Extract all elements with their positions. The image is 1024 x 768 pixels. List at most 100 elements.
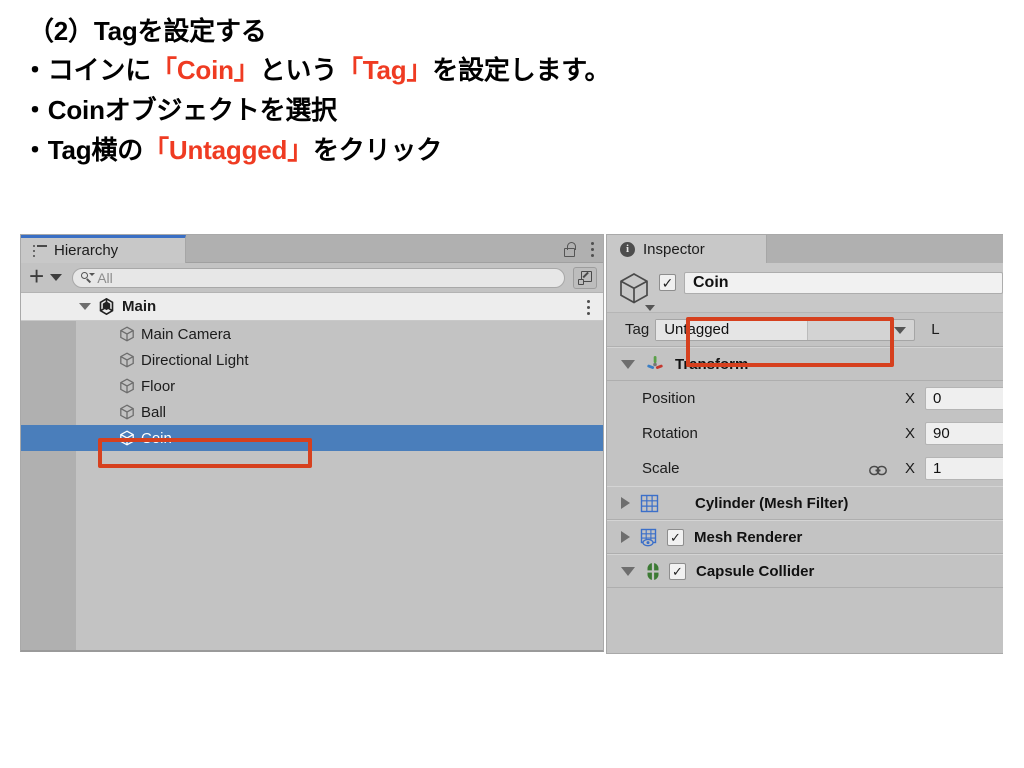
gameobject-cube-icon (119, 378, 135, 394)
axis-label-x: X (905, 390, 916, 407)
hierarchy-item-directional-light[interactable]: Directional Light (21, 347, 603, 373)
bullet3-highlight-untagged: 「Untagged」 (143, 135, 313, 165)
property-label: Scale (642, 460, 680, 477)
tab-inspector[interactable]: i Inspector (607, 235, 767, 263)
hierarchy-tab-actions (564, 235, 595, 263)
chevron-down-icon[interactable] (50, 274, 63, 281)
inspector-tag-row: Tag Untagged L (607, 313, 1003, 347)
unlocked-padlock-icon[interactable] (564, 241, 577, 257)
bullet1-highlight-coin: 「Coin」 (151, 55, 260, 85)
object-enabled-checkbox[interactable] (659, 274, 676, 291)
hierarchy-panel: Hierarchy + All Main Main Camera Directi… (20, 234, 604, 652)
tag-value: Untagged (656, 319, 809, 340)
bullet1-part-b: という (259, 55, 338, 85)
bullet1-part-c: を設定します。 (432, 55, 611, 85)
inspector-panel: i Inspector Coin Tag Untagged (606, 234, 1003, 654)
inspector-object-header: Coin (607, 263, 1003, 313)
hierarchy-toolbar: + All (21, 263, 603, 293)
hierarchy-scene-label: Main (122, 298, 157, 315)
inspector-tabbar: i Inspector (607, 235, 1003, 263)
component-header-mesh-renderer[interactable]: Mesh Renderer (607, 520, 1003, 554)
chevron-down-icon[interactable] (621, 359, 635, 369)
expand-window-button[interactable] (573, 266, 597, 289)
tab-inspector-label: Inspector (643, 240, 705, 258)
hierarchy-list-icon (33, 244, 47, 257)
hierarchy-tree: Main Main Camera Directional Light Floor… (21, 293, 603, 650)
component-enabled-checkbox[interactable] (667, 528, 684, 546)
object-name-field[interactable]: Coin (684, 272, 1003, 294)
bullet3-part-b: をクリック (313, 135, 443, 165)
unity-editor-screenshot: Hierarchy + All Main Main Camera Directi… (20, 234, 1003, 654)
chevron-down-icon (894, 326, 907, 334)
slide-text-block: （2）Tagを設定する ・コインに「Coin」という「Tag」を設定します。 ・… (22, 12, 1002, 170)
search-placeholder: All (97, 269, 113, 286)
component-header-mesh-filter[interactable]: Cylinder (Mesh Filter) (607, 486, 1003, 520)
gameobject-cube-icon (119, 404, 135, 420)
component-title: Capsule Collider (696, 562, 815, 580)
hierarchy-tabbar: Hierarchy (21, 235, 603, 263)
property-label: Position (642, 390, 696, 407)
add-gameobject-button[interactable]: + (29, 263, 44, 290)
component-header-transform[interactable]: Transform (607, 347, 1003, 381)
gameobject-cube-icon (617, 271, 655, 311)
bullet3-part-a: ・Tag横の (22, 135, 144, 165)
tag-dropdown[interactable]: Untagged (655, 318, 916, 341)
transform-row-scale: Scale X 1 (607, 451, 1003, 486)
hierarchy-item-main-camera[interactable]: Main Camera (21, 321, 603, 347)
axis-label-x: X (905, 460, 916, 477)
tab-hierarchy-label: Hierarchy (54, 242, 119, 259)
hierarchy-item-label: Main Camera (141, 325, 232, 343)
transform-row-rotation: Rotation X 90 (607, 416, 1003, 451)
chevron-down-icon[interactable] (645, 305, 655, 311)
chevron-right-icon[interactable] (621, 531, 630, 543)
search-input[interactable]: All (72, 267, 565, 288)
component-enabled-checkbox[interactable] (669, 562, 686, 580)
chevron-down-icon[interactable] (79, 303, 91, 310)
tag-label: Tag (625, 321, 650, 338)
chevron-down-icon[interactable] (621, 566, 635, 576)
hierarchy-item-floor[interactable]: Floor (21, 373, 603, 399)
position-x-field[interactable]: 0 (925, 387, 1003, 410)
capsule-collider-icon (645, 561, 661, 581)
transform-gizmo-icon (645, 354, 665, 374)
bullet1-part-a: ・コインに (22, 55, 152, 85)
component-title: Transform (675, 355, 749, 373)
transform-properties: Position X 0 Rotation X 90 Scale X 1 (607, 381, 1003, 486)
hierarchy-item-coin[interactable]: Coin (21, 425, 603, 451)
search-icon (81, 272, 96, 283)
tab-hierarchy[interactable]: Hierarchy (21, 235, 186, 263)
expand-window-icon (578, 270, 592, 285)
chain-link-icon[interactable] (869, 463, 887, 476)
hierarchy-item-label: Coin (141, 429, 172, 447)
kebab-menu-icon[interactable] (587, 299, 591, 315)
gameobject-cube-icon (119, 326, 135, 342)
slide-bullet-1: ・コインに「Coin」という「Tag」を設定します。 (22, 50, 1002, 90)
slide-heading: （2）Tagを設定する (28, 16, 267, 46)
rotation-x-field[interactable]: 90 (925, 422, 1003, 445)
hierarchy-scene-row[interactable]: Main (21, 293, 603, 321)
layer-label: L (931, 321, 940, 338)
hierarchy-item-ball[interactable]: Ball (21, 399, 603, 425)
transform-row-position: Position X 0 (607, 381, 1003, 416)
hierarchy-item-label: Floor (141, 377, 176, 395)
slide-bullet-3: ・Tag横の「Untagged」をクリック (22, 130, 1002, 170)
gameobject-cube-icon (119, 352, 135, 368)
property-label: Rotation (642, 425, 698, 442)
hierarchy-item-label: Directional Light (141, 351, 249, 369)
mesh-renderer-icon (640, 528, 659, 547)
gameobject-cube-icon (119, 430, 135, 446)
slide-root: （2）Tagを設定する ・コインに「Coin」という「Tag」を設定します。 ・… (0, 0, 1024, 768)
unity-scene-icon (98, 297, 115, 316)
mesh-filter-icon (640, 494, 659, 513)
component-title: Cylinder (Mesh Filter) (695, 494, 849, 512)
bullet1-highlight-tag: 「Tag」 (337, 55, 433, 85)
axis-label-x: X (905, 425, 916, 442)
slide-bullet-2: ・Coinオブジェクトを選択 (22, 95, 337, 125)
chevron-right-icon[interactable] (621, 497, 630, 509)
component-title: Mesh Renderer (694, 528, 803, 546)
info-circle-icon: i (620, 241, 635, 257)
component-header-capsule-collider[interactable]: Capsule Collider (607, 554, 1003, 588)
scale-x-field[interactable]: 1 (925, 457, 1003, 480)
hierarchy-item-label: Ball (141, 403, 167, 421)
kebab-menu-icon[interactable] (591, 241, 595, 257)
